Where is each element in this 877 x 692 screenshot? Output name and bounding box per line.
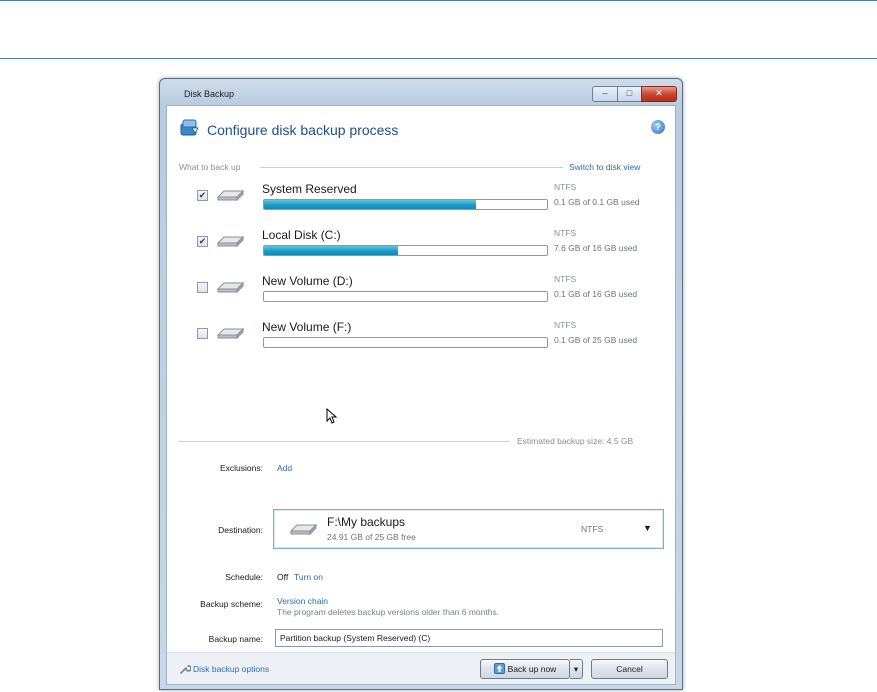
volume-usage-fill [264,200,477,209]
drive-icon [216,281,245,294]
volume-usage-text: 0.1 GB of 16 GB used [554,289,638,299]
volume-row[interactable]: ✔ System Reserved NTFS 0.1 GB of 0.1 GB use… [167,181,675,221]
volume-row[interactable]: New Volume (F:) NTFS 0.1 GB of 25 GB used [167,319,675,359]
window-title: Disk Backup [184,89,235,99]
drive-icon [216,189,245,202]
mouse-cursor-icon [326,408,338,424]
volume-checkbox[interactable] [197,328,208,339]
back-up-options-dropdown[interactable]: ▾ [570,659,583,679]
backup-name-input[interactable] [275,629,663,647]
volume-name: New Volume (F:) [262,320,352,334]
volume-usage-bar [263,199,548,210]
drive-icon [289,523,318,536]
back-up-now-button[interactable]: Back up now [480,659,570,679]
page-top-rule [0,0,877,1]
volume-usage-bar [263,337,548,348]
version-chain-link[interactable]: Version chain [277,596,328,606]
exclusions-label: Exclusions: [220,463,263,473]
volume-checkbox[interactable]: ✔ [197,190,208,201]
dialog-body: Configure disk backup process ? What to … [166,105,676,685]
volume-name: New Volume (D:) [262,274,353,288]
page-header-rule [0,58,877,59]
page-title: Configure disk backup process [207,122,399,138]
destination-free-space: 24.91 GB of 25 GB free [327,532,416,542]
exclusions-add-link[interactable]: Add [277,463,292,473]
estimated-size: Estimated backup size: 4.5 GB [517,436,634,446]
help-icon[interactable]: ? [651,120,665,134]
volume-filesystem: NTFS [554,320,577,330]
switch-to-disk-view-link[interactable]: Switch to disk view [569,162,640,172]
chevron-down-icon[interactable]: ▼ [643,523,652,533]
volume-row[interactable]: New Volume (D:) NTFS 0.1 GB of 16 GB used [167,273,675,313]
backup-name-label: Backup name: [208,634,263,644]
back-up-now-label: Back up now [507,664,557,674]
maximize-button[interactable]: □ [617,86,642,102]
volume-name: System Reserved [262,182,357,196]
cancel-button[interactable]: Cancel [591,659,668,679]
volume-usage-text: 7.6 GB of 16 GB used [554,243,638,253]
disk-backup-window: Disk Backup – □ ✕ Configure disk backup … [159,78,683,690]
volume-usage-fill [264,246,399,255]
volume-filesystem: NTFS [554,182,577,192]
drive-icon [216,235,245,248]
volume-filesystem: NTFS [554,274,577,284]
volume-usage-text: 0.1 GB of 0.1 GB used [554,197,640,207]
volume-checkbox[interactable] [197,282,208,293]
section-divider [260,167,563,168]
close-button[interactable]: ✕ [641,86,677,102]
destination-dropdown[interactable]: F:\My backups 24.91 GB of 25 GB free NTF… [273,509,664,549]
destination-filesystem: NTFS [581,524,604,534]
shield-backup-icon [180,119,199,136]
volume-usage-text: 0.1 GB of 25 GB used [554,335,638,345]
what-to-back-up-label: What to back up [179,162,241,172]
upload-arrow-icon [493,663,505,674]
schedule-label: Schedule: [225,572,263,582]
schedule-state: Off [277,572,289,582]
volume-usage-bar [263,291,548,302]
volume-checkbox[interactable]: ✔ [197,236,208,247]
estimate-divider [179,441,509,442]
schedule-turn-on-link[interactable]: Turn on [294,572,323,582]
volume-row[interactable]: ✔ Local Disk (C:) NTFS 7.6 GB of 16 GB used [167,227,675,267]
minimize-button[interactable]: – [592,86,618,102]
destination-path: F:\My backups [327,515,406,529]
destination-label: Destination: [218,525,263,535]
volume-usage-bar [263,245,548,256]
disk-backup-options-link[interactable]: Disk backup options [193,664,269,674]
volume-filesystem: NTFS [554,228,577,238]
drive-icon [216,327,245,340]
dialog-footer: Disk backup options Back up now ▾ Cancel [167,652,675,684]
backup-scheme-label: Backup scheme: [200,599,263,609]
window-titlebar[interactable]: Disk Backup – □ ✕ [160,79,682,105]
backup-scheme-note: The program deletes backup versions olde… [277,607,500,617]
volume-name: Local Disk (C:) [262,228,341,242]
wrench-icon [180,665,191,674]
